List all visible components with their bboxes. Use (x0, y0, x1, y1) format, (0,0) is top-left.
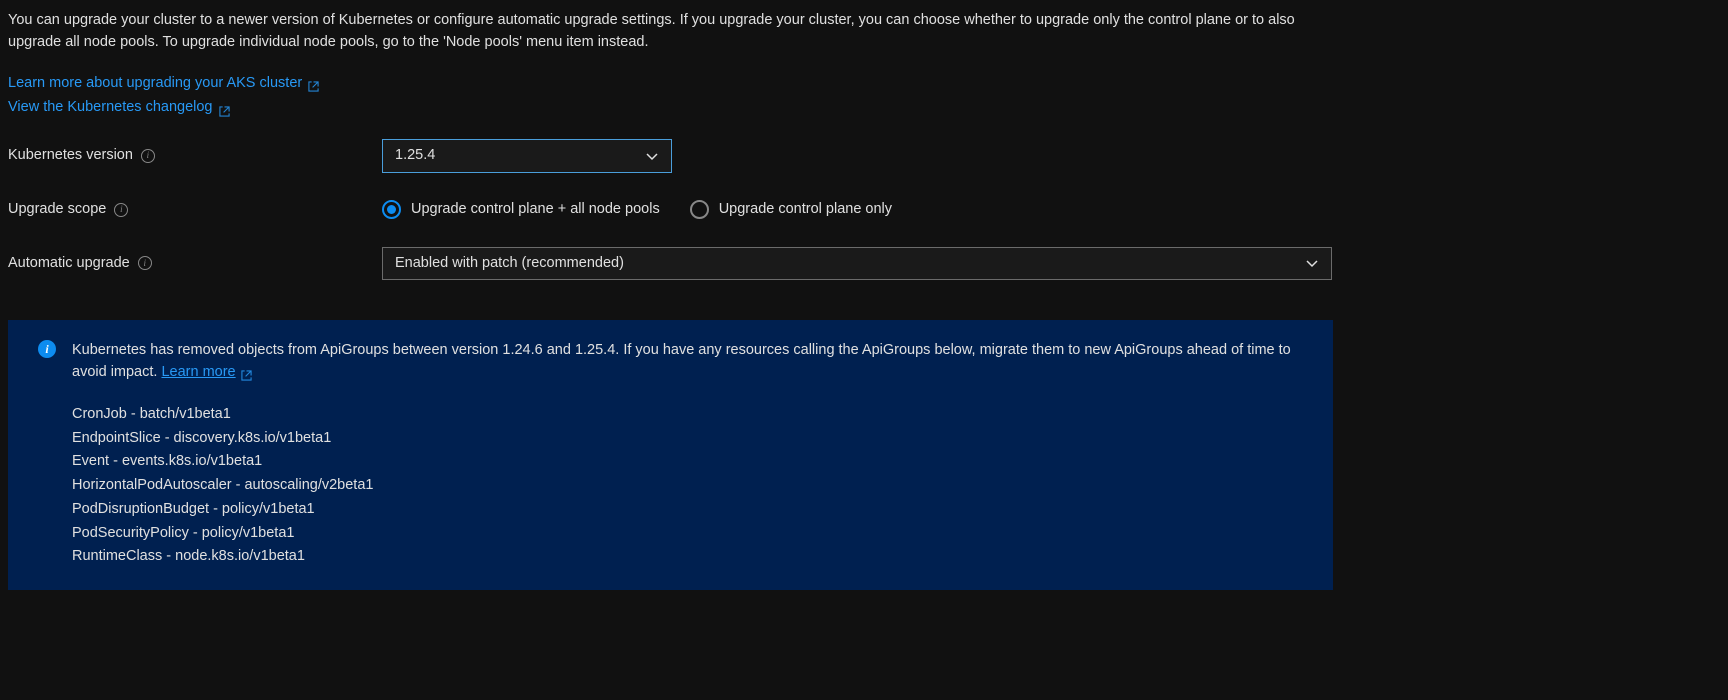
notice-api-list: CronJob - batch/v1beta1 EndpointSlice - … (72, 404, 1303, 568)
list-item: PodDisruptionBudget - policy/v1beta1 (72, 499, 1303, 521)
info-icon: i (38, 340, 56, 358)
external-link-icon (308, 78, 319, 89)
info-icon[interactable]: i (114, 203, 128, 217)
info-icon[interactable]: i (141, 149, 155, 163)
list-item: RuntimeClass - node.k8s.io/v1beta1 (72, 546, 1303, 568)
automatic-upgrade-value: Enabled with patch (recommended) (395, 253, 624, 275)
links-section: Learn more about upgrading your AKS clus… (8, 72, 1720, 120)
notice-learn-more-label: Learn more (161, 362, 235, 384)
radio-unselected-icon (690, 200, 709, 219)
list-item: PodSecurityPolicy - policy/v1beta1 (72, 523, 1303, 545)
external-link-icon (241, 367, 252, 378)
migration-notice: i Kubernetes has removed objects from Ap… (8, 320, 1333, 590)
upgrade-scope-radio-group: Upgrade control plane + all node pools U… (382, 199, 892, 221)
learn-more-link-label: Learn more about upgrading your AKS clus… (8, 73, 302, 95)
upgrade-scope-label-text: Upgrade scope (8, 199, 106, 221)
automatic-upgrade-label: Automatic upgrade i (8, 253, 382, 275)
automatic-upgrade-label-text: Automatic upgrade (8, 253, 130, 275)
kubernetes-version-dropdown[interactable]: 1.25.4 (382, 139, 672, 173)
learn-more-link[interactable]: Learn more about upgrading your AKS clus… (8, 73, 319, 95)
external-link-icon (219, 103, 230, 114)
intro-text: You can upgrade your cluster to a newer … (8, 10, 1318, 54)
scope-option-all[interactable]: Upgrade control plane + all node pools (382, 199, 660, 221)
notice-learn-more-link[interactable]: Learn more (161, 362, 251, 384)
list-item: Event - events.k8s.io/v1beta1 (72, 451, 1303, 473)
automatic-upgrade-dropdown[interactable]: Enabled with patch (recommended) (382, 247, 1332, 281)
automatic-upgrade-row: Automatic upgrade i Enabled with patch (… (8, 247, 1720, 281)
notice-text-content: Kubernetes has removed objects from ApiG… (72, 342, 1291, 380)
chevron-down-icon (645, 149, 659, 163)
info-icon[interactable]: i (138, 256, 152, 270)
list-item: EndpointSlice - discovery.k8s.io/v1beta1 (72, 428, 1303, 450)
list-item: CronJob - batch/v1beta1 (72, 404, 1303, 426)
chevron-down-icon (1305, 256, 1319, 270)
kubernetes-version-row: Kubernetes version i 1.25.4 (8, 139, 1720, 173)
kubernetes-version-value: 1.25.4 (395, 145, 435, 167)
radio-selected-icon (382, 200, 401, 219)
scope-option-control-plane[interactable]: Upgrade control plane only (690, 199, 892, 221)
changelog-link-label: View the Kubernetes changelog (8, 97, 213, 119)
upgrade-scope-row: Upgrade scope i Upgrade control plane + … (8, 199, 1720, 221)
scope-option-control-plane-label: Upgrade control plane only (719, 199, 892, 221)
scope-option-all-label: Upgrade control plane + all node pools (411, 199, 660, 221)
list-item: HorizontalPodAutoscaler - autoscaling/v2… (72, 475, 1303, 497)
changelog-link[interactable]: View the Kubernetes changelog (8, 97, 230, 119)
kubernetes-version-label-text: Kubernetes version (8, 145, 133, 167)
kubernetes-version-label: Kubernetes version i (8, 145, 382, 167)
notice-text: Kubernetes has removed objects from ApiG… (72, 340, 1303, 384)
upgrade-scope-label: Upgrade scope i (8, 199, 382, 221)
